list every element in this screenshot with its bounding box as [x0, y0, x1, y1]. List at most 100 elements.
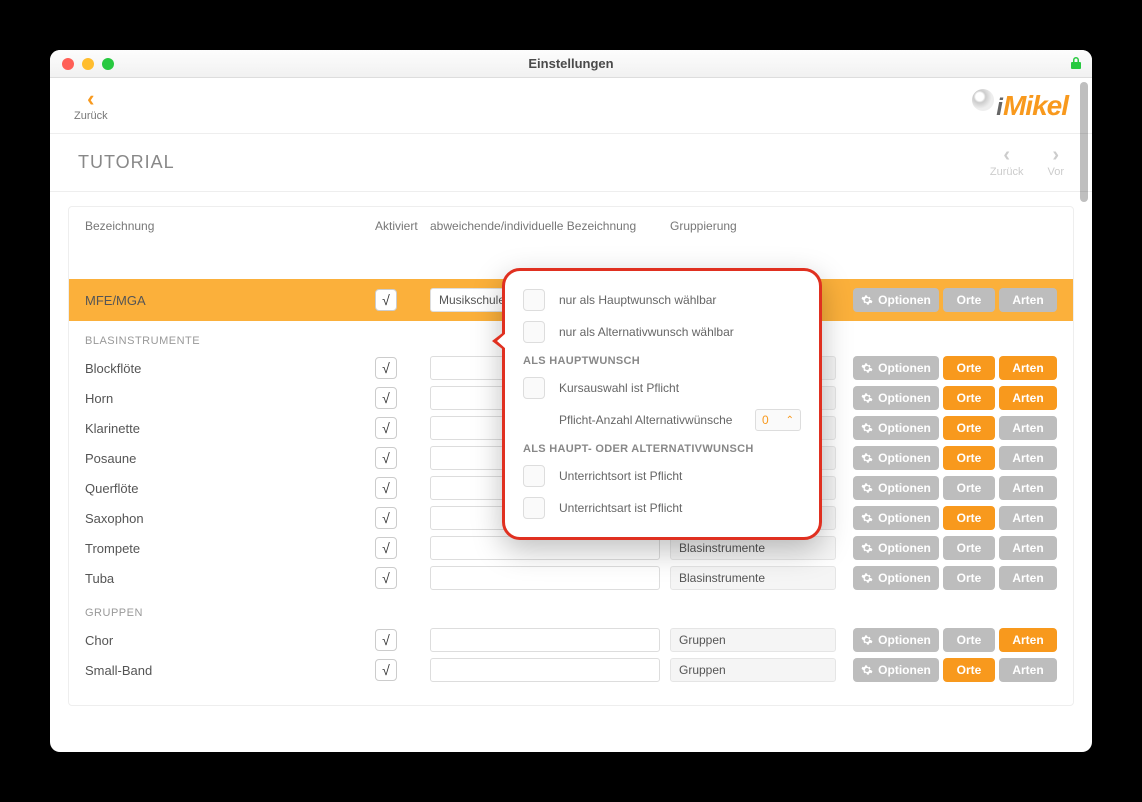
grp-input[interactable] — [670, 566, 836, 590]
art-pflicht-label: Unterrichtsart ist Pflicht — [559, 501, 682, 515]
row-name: Klarinette — [85, 421, 375, 436]
back-label: Zurück — [74, 110, 108, 122]
activate-checkbox[interactable]: √ — [375, 447, 397, 469]
titlebar: Einstellungen — [50, 50, 1092, 78]
optionen-button[interactable]: Optionen — [853, 288, 939, 312]
options-popup: nur als Hauptwunsch wählbar nur als Alte… — [502, 268, 822, 540]
table-row: Tuba√ OptionenOrteArten — [69, 563, 1073, 593]
page-header: TUTORIAL ‹ Zurück › Vor — [50, 134, 1092, 192]
gear-icon — [861, 512, 873, 524]
optionen-button[interactable]: Optionen — [853, 658, 939, 682]
col-bezeichnung: Bezeichnung — [85, 219, 375, 233]
pflicht-anzahl-select[interactable]: 0 ⌃ — [755, 409, 801, 431]
activate-checkbox[interactable]: √ — [375, 289, 397, 311]
lock-icon — [1070, 56, 1082, 70]
optionen-button[interactable]: Optionen — [853, 446, 939, 470]
pager-back-label: Zurück — [990, 166, 1024, 178]
row-name: Horn — [85, 391, 375, 406]
orte-button[interactable]: Orte — [943, 628, 995, 652]
orte-button[interactable]: Orte — [943, 386, 995, 410]
nur-haupt-checkbox[interactable] — [523, 289, 545, 311]
arten-button[interactable]: Arten — [999, 386, 1057, 410]
optionen-button[interactable]: Optionen — [853, 416, 939, 440]
orte-button[interactable]: Orte — [943, 536, 995, 560]
arten-button[interactable]: Arten — [999, 566, 1057, 590]
back-button[interactable]: ‹ Zurück — [74, 90, 108, 122]
optionen-button[interactable]: Optionen — [853, 476, 939, 500]
row-name: Small-Band — [85, 663, 375, 678]
arten-button[interactable]: Arten — [999, 628, 1057, 652]
orte-button[interactable]: Orte — [943, 658, 995, 682]
pager-forward[interactable]: › Vor — [1047, 148, 1064, 178]
grp-input[interactable] — [670, 628, 836, 652]
grp-input[interactable] — [670, 658, 836, 682]
row-name: Trompete — [85, 541, 375, 556]
pager-fwd-label: Vor — [1047, 166, 1064, 178]
gear-icon — [861, 294, 873, 306]
logo-i: i — [996, 94, 1003, 122]
row-name: Blockflöte — [85, 361, 375, 376]
orte-button[interactable]: Orte — [943, 566, 995, 590]
scroll-thumb[interactable] — [1080, 82, 1088, 202]
nur-alt-checkbox[interactable] — [523, 321, 545, 343]
orte-button[interactable]: Orte — [943, 288, 995, 312]
row-name: Tuba — [85, 571, 375, 586]
abw-input[interactable] — [430, 566, 660, 590]
row-name: Saxophon — [85, 511, 375, 526]
optionen-button[interactable]: Optionen — [853, 386, 939, 410]
activate-checkbox[interactable]: √ — [375, 507, 397, 529]
arten-button[interactable]: Arten — [999, 446, 1057, 470]
gear-icon — [861, 392, 873, 404]
ort-pflicht-label: Unterrichtsort ist Pflicht — [559, 469, 682, 483]
orte-button[interactable]: Orte — [943, 416, 995, 440]
activate-checkbox[interactable]: √ — [375, 477, 397, 499]
arten-button[interactable]: Arten — [999, 416, 1057, 440]
arten-button[interactable]: Arten — [999, 476, 1057, 500]
gear-icon — [861, 422, 873, 434]
activate-checkbox[interactable]: √ — [375, 387, 397, 409]
nur-haupt-label: nur als Hauptwunsch wählbar — [559, 293, 716, 307]
row-name: MFE/MGA — [85, 293, 375, 308]
gear-icon — [861, 542, 873, 554]
chevron-left-icon: ‹ — [1003, 148, 1010, 162]
activate-checkbox[interactable]: √ — [375, 357, 397, 379]
abw-input[interactable] — [430, 628, 660, 652]
optionen-button[interactable]: Optionen — [853, 628, 939, 652]
optionen-button[interactable]: Optionen — [853, 536, 939, 560]
arten-button[interactable]: Arten — [999, 658, 1057, 682]
orte-button[interactable]: Orte — [943, 506, 995, 530]
optionen-button[interactable]: Optionen — [853, 356, 939, 380]
col-aktiviert: Aktiviert — [375, 219, 430, 233]
body-area: ‹ Zurück i Mikel TUTORIAL ‹ Zurück › Vor — [50, 78, 1092, 752]
optionen-button[interactable]: Optionen — [853, 566, 939, 590]
arten-button[interactable]: Arten — [999, 288, 1057, 312]
activate-checkbox[interactable]: √ — [375, 629, 397, 651]
abw-input[interactable] — [430, 658, 660, 682]
popup-heading-haupt: ALS HAUPTWUNSCH — [523, 355, 801, 367]
orte-button[interactable]: Orte — [943, 446, 995, 470]
col-gruppierung: Gruppierung — [670, 219, 845, 233]
kurs-pflicht-checkbox[interactable] — [523, 377, 545, 399]
column-headers: Bezeichnung Aktiviert abweichende/indivi… — [69, 219, 1073, 243]
ort-pflicht-checkbox[interactable] — [523, 465, 545, 487]
scrollbar[interactable] — [1080, 80, 1090, 750]
activate-checkbox[interactable]: √ — [375, 417, 397, 439]
gear-icon — [861, 452, 873, 464]
pager-back[interactable]: ‹ Zurück — [990, 148, 1024, 178]
arten-button[interactable]: Arten — [999, 506, 1057, 530]
arten-button[interactable]: Arten — [999, 356, 1057, 380]
page-title: TUTORIAL — [78, 152, 175, 173]
orte-button[interactable]: Orte — [943, 476, 995, 500]
activate-checkbox[interactable]: √ — [375, 567, 397, 589]
window-title: Einstellungen — [50, 56, 1092, 71]
activate-checkbox[interactable]: √ — [375, 537, 397, 559]
activate-checkbox[interactable]: √ — [375, 659, 397, 681]
pflicht-anzahl-value: 0 — [762, 413, 769, 427]
optionen-button[interactable]: Optionen — [853, 506, 939, 530]
col-abweichende: abweichende/individuelle Bezeichnung — [430, 219, 670, 233]
arten-button[interactable]: Arten — [999, 536, 1057, 560]
chevron-left-icon: ‹ — [87, 90, 94, 108]
gear-icon — [861, 664, 873, 676]
art-pflicht-checkbox[interactable] — [523, 497, 545, 519]
orte-button[interactable]: Orte — [943, 356, 995, 380]
